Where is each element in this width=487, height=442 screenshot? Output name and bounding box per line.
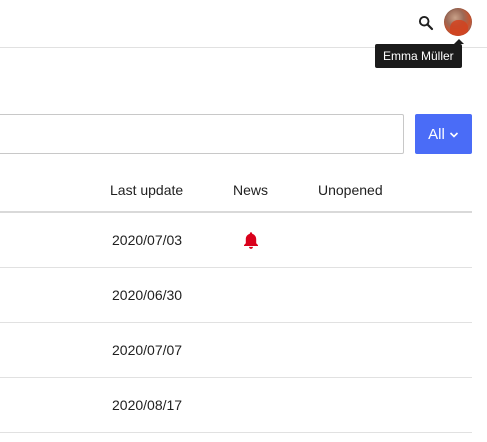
chevron-down-icon bbox=[449, 131, 458, 138]
table-row[interactable]: 2020/08/17 bbox=[0, 378, 472, 433]
bell-icon bbox=[244, 232, 258, 249]
search-icon bbox=[418, 15, 434, 31]
column-header-unopened[interactable]: Unopened bbox=[318, 182, 383, 198]
filter-label: All bbox=[428, 125, 445, 143]
last-update-cell: 2020/07/03 bbox=[112, 232, 183, 248]
filter-dropdown-button[interactable]: All bbox=[415, 114, 472, 154]
table-row[interactable]: 2020/07/07 bbox=[0, 323, 472, 378]
table-row[interactable]: 2020/06/30 bbox=[0, 268, 472, 323]
user-avatar[interactable] bbox=[444, 8, 472, 36]
table-header: Last update News Unopened bbox=[0, 168, 472, 213]
search-button[interactable] bbox=[415, 12, 437, 34]
column-header-last-update[interactable]: Last update bbox=[110, 182, 183, 198]
top-bar bbox=[0, 0, 487, 48]
column-header-news[interactable]: News bbox=[233, 182, 268, 198]
last-update-cell: 2020/07/07 bbox=[112, 342, 183, 358]
table-row[interactable]: 2020/07/03 bbox=[0, 213, 472, 268]
results-table: Last update News Unopened 2020/07/03 202… bbox=[0, 168, 472, 433]
user-name-tooltip: Emma Müller bbox=[375, 39, 464, 68]
last-update-cell: 2020/08/17 bbox=[112, 397, 183, 413]
last-update-cell: 2020/06/30 bbox=[112, 287, 183, 303]
search-input[interactable] bbox=[0, 114, 404, 154]
